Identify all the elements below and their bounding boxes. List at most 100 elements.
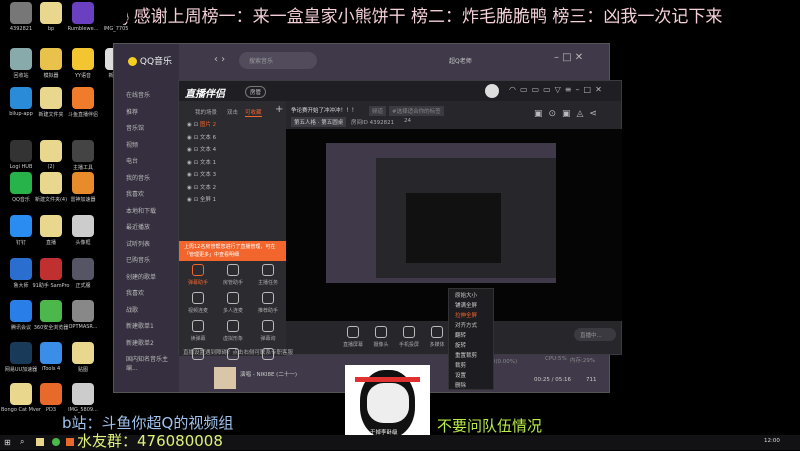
layer-name: 文本 6 — [199, 134, 217, 141]
qq-nav-item[interactable]: 新建歌单1 — [126, 321, 154, 330]
qq-nav-item[interactable]: 新建歌单2 — [126, 338, 154, 347]
app-icon — [10, 48, 32, 70]
desktop-icon[interactable]: 贴图 — [62, 342, 104, 373]
desktop-icon[interactable]: 斗鱼直播伴侣 — [62, 87, 104, 118]
app-icon — [40, 87, 62, 109]
qq-nav-item[interactable]: 音乐馆 — [126, 123, 144, 132]
explorer-icon[interactable] — [36, 438, 44, 446]
context-menu-item[interactable]: 翻转 — [449, 329, 493, 339]
tool-icon — [227, 320, 239, 332]
search-icon[interactable]: ⌕ — [20, 437, 24, 447]
qq-nav-item[interactable]: 我喜欢 — [126, 288, 144, 297]
tool-icon — [227, 292, 239, 304]
tab-collect[interactable]: 可收藏 — [245, 108, 262, 117]
context-menu-item[interactable]: 删除 — [449, 379, 493, 389]
context-menu-item[interactable]: 设置 — [449, 369, 493, 379]
context-menu-item[interactable]: 铺满全屏 — [449, 299, 493, 309]
layer-row[interactable]: ◉ ⊡ 图片 2 — [187, 120, 282, 132]
context-menu-item[interactable]: 重置裁剪 — [449, 349, 493, 359]
start-icon[interactable]: ⊞ — [4, 438, 11, 447]
room-id: 房间ID 4392821 — [351, 120, 395, 126]
desktop-icon[interactable]: 雷神加速器 — [62, 172, 104, 203]
scene-panel: 我的场景 双击 可收藏 + ◉ ⊡ 图片 2 ◉ ⊡ 文本 6 ◉ ⊡ 文本 4 ◉ … — [179, 101, 293, 360]
tool-label: 房管助手 — [222, 280, 243, 286]
live-window-controls[interactable]: ◠▭▭▭▽≡–□✕ — [509, 85, 606, 94]
tool-button[interactable]: 弹幕询 — [251, 320, 285, 342]
qq-music-search-input[interactable]: 搜索音乐 — [239, 52, 317, 69]
desktop-icon-label: IMG_7705 — [103, 26, 129, 32]
source-icon — [431, 326, 443, 338]
layer-row[interactable]: ◉ ⊡ 文本 6 — [187, 133, 282, 145]
role-badge[interactable]: 房管 — [245, 86, 267, 98]
layer-row[interactable]: ◉ ⊡ 文本 2 — [187, 183, 282, 195]
tool-button[interactable]: 读弹幕 — [181, 320, 215, 342]
desktop-icon[interactable]: 正式服 — [62, 258, 104, 289]
avatar[interactable] — [485, 84, 499, 98]
help-notice[interactable]: 直播设置遇到障碍？点击右侧可联系专职客服 — [183, 348, 293, 356]
tab-my-scenes[interactable]: 我的场景 — [195, 108, 217, 116]
context-menu-item[interactable]: 原始大小 — [449, 289, 493, 299]
add-scene-icon[interactable]: + — [275, 104, 283, 115]
tool-button[interactable]: 弹幕助手 — [181, 264, 215, 286]
qq-nav-item[interactable]: 战歌 — [126, 305, 138, 314]
channel-tag[interactable]: 频道 — [369, 106, 387, 116]
tool-button[interactable]: 多人连麦 — [216, 292, 250, 314]
tool-icon — [262, 264, 274, 276]
layer-row[interactable]: ◉ ⊡ 文本 1 — [187, 158, 282, 170]
tool-button[interactable]: 房管助手 — [216, 264, 250, 286]
qq-nav-item: 我的音乐 — [126, 174, 151, 182]
tool-label: 弹幕助手 — [187, 280, 208, 286]
live-app-icon[interactable] — [66, 438, 74, 446]
tool-label: 推荐助手 — [257, 308, 278, 314]
qq-music-user[interactable]: 超Q老师 — [449, 56, 472, 65]
layer-row[interactable]: ◉ ⊡ 文本 4 — [187, 145, 282, 157]
context-menu-item[interactable]: 对齐方式 — [449, 319, 493, 329]
tab-double[interactable]: 双击 — [227, 108, 238, 116]
layer-name: 全屏 1 — [199, 197, 217, 203]
tool-button[interactable]: 推荐助手 — [251, 292, 285, 314]
tool-label: 多人连麦 — [222, 308, 243, 314]
qq-nav-item[interactable]: 已购音乐 — [126, 255, 150, 264]
app-icon — [10, 342, 32, 364]
desktop-icon[interactable]: IMG_7705 — [95, 2, 137, 32]
qq-nav-item[interactable]: 国内知名音乐主编... — [126, 354, 179, 372]
fans-count: 24 — [404, 118, 411, 124]
app-icon — [72, 2, 94, 24]
topic-tag[interactable]: #选择适合你的标签 — [389, 106, 444, 116]
stream-title[interactable]: 争论赛开始了冲冲冲！！！ — [291, 106, 357, 114]
qq-window-controls[interactable]: – □ ✕ — [554, 52, 583, 63]
playlist-count[interactable]: 711 — [586, 377, 597, 383]
layer-name: 图片 2 — [199, 122, 217, 128]
back-forward-icon[interactable]: ‹ › — [214, 54, 225, 65]
tool-button[interactable]: 视频连麦 — [181, 292, 215, 314]
desktop-icon[interactable]: OPTMASR... — [62, 300, 104, 330]
qq-nav-item[interactable]: 电台 — [126, 156, 138, 165]
app-icon — [72, 140, 94, 162]
tool-button[interactable]: 主播任务 — [251, 264, 285, 286]
tool-button[interactable]: 虚拟形象 — [216, 320, 250, 342]
nested-preview-inner — [406, 193, 501, 263]
clock[interactable]: 12:00 — [764, 438, 780, 444]
desktop-icon[interactable]: IMG_5809... — [62, 383, 104, 413]
context-menu-item[interactable]: 裁剪 — [449, 359, 493, 369]
live-header-actions[interactable]: ▣⊙▣◬⋖ — [534, 109, 603, 119]
qq-nav-item[interactable]: 我喜欢 — [126, 189, 144, 198]
tool-label: 读弹幕 — [190, 336, 206, 342]
qq-nav-item[interactable]: 视频 — [126, 140, 138, 149]
context-menu-item[interactable]: 拉伸全屏 — [449, 309, 493, 319]
context-menu-item[interactable]: 旋转 — [449, 339, 493, 349]
desktop-icon[interactable]: 主播工具 — [62, 140, 104, 171]
qq-nav-item[interactable]: 最近播放 — [126, 222, 150, 231]
layer-row[interactable]: ◉ ⊡ 文本 3 — [187, 170, 282, 182]
layer-row[interactable]: ◉ ⊡ 全屏 1 — [187, 195, 282, 207]
qq-nav-item[interactable]: 本地和下载 — [126, 206, 156, 215]
qq-nav-item[interactable]: 推荐 — [126, 107, 138, 116]
qq-nav-item[interactable]: 试听列表 — [126, 239, 150, 248]
app-icon — [72, 215, 94, 237]
desktop-icon[interactable]: 头像框 — [62, 215, 104, 246]
category-tag[interactable]: 第五人格 · 第五圆桌 — [291, 117, 347, 127]
live-logo: 直播伴侣 — [185, 89, 225, 100]
desktop-icon-label: 主播工具 — [72, 165, 93, 171]
live-status-button[interactable]: 直播中... — [574, 328, 616, 341]
browser-icon[interactable] — [52, 438, 60, 446]
